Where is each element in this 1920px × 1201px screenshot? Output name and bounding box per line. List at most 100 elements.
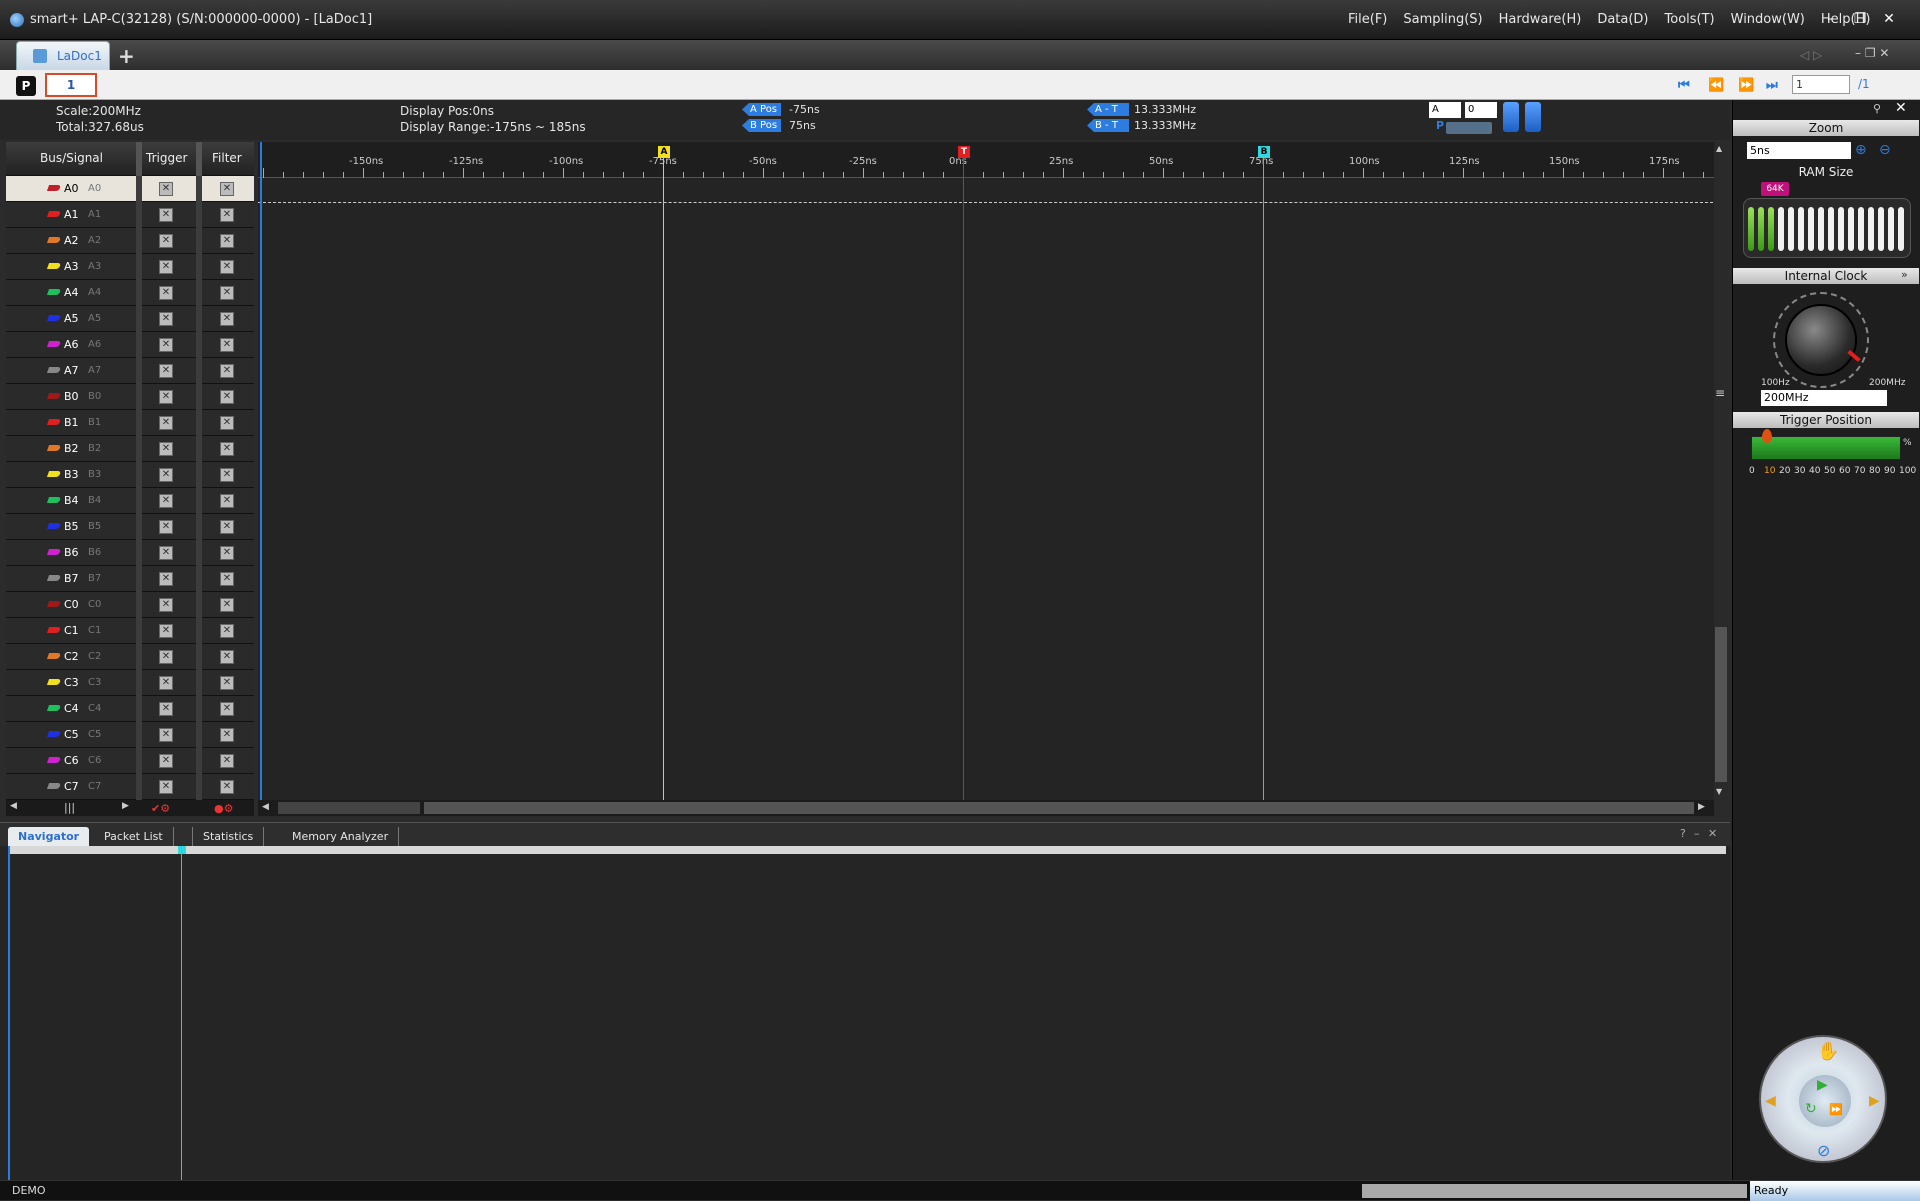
trigger-checkbox[interactable]: ✕ <box>159 208 173 222</box>
channel-row[interactable]: B3 B3 ✕ ✕ <box>6 462 254 488</box>
cursor-a-line[interactable] <box>663 158 664 802</box>
menu-sampling[interactable]: Sampling(S) <box>1395 12 1490 27</box>
channel-row[interactable]: B6 B6 ✕ ✕ <box>6 540 254 566</box>
filter-checkbox[interactable]: ✕ <box>220 754 234 768</box>
filter-checkbox[interactable]: ✕ <box>220 676 234 690</box>
channel-row[interactable]: A2 A2 ✕ ✕ <box>6 228 254 254</box>
trigger-checkbox[interactable]: ✕ <box>159 728 173 742</box>
trigger-position-slider[interactable] <box>1751 429 1901 460</box>
trigger-position-thumb[interactable] <box>1762 429 1772 443</box>
filter-checkbox[interactable]: ✕ <box>220 286 234 300</box>
channel-row[interactable]: C6 C6 ✕ ✕ <box>6 748 254 774</box>
add-tab-button[interactable]: + <box>118 44 135 68</box>
scroll-down-icon[interactable]: ▼ <box>1716 787 1722 796</box>
scroll-thumb[interactable] <box>1715 627 1727 782</box>
channel-row[interactable]: C5 C5 ✕ ✕ <box>6 722 254 748</box>
scroll-right-icon[interactable]: ▶ <box>122 801 129 811</box>
hscroll-thumb[interactable] <box>424 802 1694 814</box>
channel-row[interactable]: C3 C3 ✕ ✕ <box>6 670 254 696</box>
restore-button[interactable]: ❐ <box>1849 10 1871 28</box>
page-number-input[interactable]: 1 <box>1792 75 1850 94</box>
filter-settings-icon[interactable]: ●⚙ <box>214 802 240 815</box>
channel-row[interactable]: A6 A6 ✕ ✕ <box>6 332 254 358</box>
filter-checkbox[interactable]: ✕ <box>220 546 234 560</box>
filter-checkbox[interactable]: ✕ <box>220 598 234 612</box>
filter-checkbox[interactable]: ✕ <box>220 208 234 222</box>
scroll-handle-icon[interactable]: ≡ <box>1715 386 1725 400</box>
trigger-checkbox[interactable]: ✕ <box>159 572 173 586</box>
trigger-checkbox[interactable]: ✕ <box>159 468 173 482</box>
waveform-horizontal-scrollbar[interactable]: ◀ ▶ <box>258 800 1714 816</box>
channel-row[interactable]: B5 B5 ✕ ✕ <box>6 514 254 540</box>
channel-row[interactable]: A7 A7 ✕ ✕ <box>6 358 254 384</box>
tab-scroll-arrows[interactable]: ◁ ▷ <box>1800 48 1822 62</box>
menu-tools[interactable]: Tools(T) <box>1657 12 1723 27</box>
panel-minimize-icon[interactable]: – <box>1694 827 1700 840</box>
menu-file[interactable]: File(F) <box>1340 12 1395 27</box>
trigger-checkbox[interactable]: ✕ <box>159 624 173 638</box>
repeat-icon[interactable]: ↻ <box>1805 1101 1817 1117</box>
navigator-panel[interactable] <box>0 846 1730 1182</box>
channel-row[interactable]: A5 A5 ✕ ✕ <box>6 306 254 332</box>
navigator-left-cursor[interactable] <box>8 846 10 1182</box>
menu-window[interactable]: Window(W) <box>1723 12 1813 27</box>
trigger-checkbox[interactable]: ✕ <box>159 234 173 248</box>
channel-row[interactable]: B7 B7 ✕ ✕ <box>6 566 254 592</box>
stop-icon[interactable]: ⊘ <box>1817 1141 1830 1160</box>
trigger-checkbox[interactable]: ✕ <box>159 598 173 612</box>
filter-checkbox[interactable]: ✕ <box>220 728 234 742</box>
close-button[interactable]: ✕ <box>1878 10 1900 28</box>
trigger-marker[interactable]: T <box>958 146 970 158</box>
filter-checkbox[interactable]: ✕ <box>220 572 234 586</box>
trigger-checkbox[interactable]: ✕ <box>159 520 173 534</box>
filter-checkbox[interactable]: ✕ <box>220 364 234 378</box>
marker-0-select[interactable]: 0 <box>1465 102 1497 118</box>
trigger-checkbox[interactable]: ✕ <box>159 754 173 768</box>
channel-row[interactable]: A1 A1 ✕ ✕ <box>6 202 254 228</box>
hand-icon[interactable]: ✋ <box>1817 1041 1839 1062</box>
cursor-b-marker[interactable]: B <box>1258 146 1270 158</box>
right-arrow-icon[interactable]: ▶ <box>1869 1093 1880 1109</box>
channel-row[interactable]: A0 A0 ✕ ✕ <box>6 176 254 202</box>
navigator-b-marker[interactable] <box>178 846 186 854</box>
trigger-checkbox[interactable]: ✕ <box>159 676 173 690</box>
next-page-icon[interactable]: ⏩ <box>1738 78 1754 93</box>
trigger-header[interactable]: Trigger <box>146 151 187 165</box>
scroll-left-icon[interactable]: ◀ <box>10 801 17 811</box>
channel-row[interactable]: A3 A3 ✕ ✕ <box>6 254 254 280</box>
clock-knob[interactable] <box>1785 304 1857 376</box>
menu-data[interactable]: Data(D) <box>1589 12 1656 27</box>
trigger-checkbox[interactable]: ✕ <box>159 312 173 326</box>
clock-expand-icon[interactable]: » <box>1901 268 1908 281</box>
filter-checkbox[interactable]: ✕ <box>220 182 234 196</box>
marker-pin-icon[interactable] <box>1525 102 1541 132</box>
doc-window-controls[interactable]: – ❐ ✕ <box>1855 46 1889 60</box>
menu-hardware[interactable]: Hardware(H) <box>1491 12 1590 27</box>
filter-checkbox[interactable]: ✕ <box>220 338 234 352</box>
panel-close-icon[interactable]: ✕ <box>1895 100 1907 116</box>
filter-checkbox[interactable]: ✕ <box>220 260 234 274</box>
filter-checkbox[interactable]: ✕ <box>220 390 234 404</box>
trigger-checkbox[interactable]: ✕ <box>159 442 173 456</box>
tab-ladoc1[interactable]: LaDoc1 <box>16 41 110 70</box>
filter-checkbox[interactable]: ✕ <box>220 780 234 794</box>
cursor-b-line[interactable] <box>1263 158 1264 802</box>
left-edge-cursor[interactable] <box>260 142 262 802</box>
channel-row[interactable]: A4 A4 ✕ ✕ <box>6 280 254 306</box>
last-page-icon[interactable]: ⏭ <box>1766 78 1778 93</box>
filter-checkbox[interactable]: ✕ <box>220 468 234 482</box>
channel-row[interactable]: B0 B0 ✕ ✕ <box>6 384 254 410</box>
navigator-b-line[interactable] <box>181 846 182 1182</box>
trigger-checkbox[interactable]: ✕ <box>159 650 173 664</box>
trigger-settings-icon[interactable]: ✔⚙ <box>151 802 177 815</box>
help-icon[interactable]: ? <box>1680 827 1686 840</box>
channel-row[interactable]: C4 C4 ✕ ✕ <box>6 696 254 722</box>
fast-forward-icon[interactable]: ⏩ <box>1829 1103 1843 1116</box>
tab-statistics[interactable]: Statistics <box>192 827 265 847</box>
channel-row[interactable]: B4 B4 ✕ ✕ <box>6 488 254 514</box>
trigger-checkbox[interactable]: ✕ <box>159 390 173 404</box>
filter-checkbox[interactable]: ✕ <box>220 624 234 638</box>
filter-checkbox[interactable]: ✕ <box>220 494 234 508</box>
hscroll-left-icon[interactable]: ◀ <box>262 802 269 812</box>
scroll-thumb-icon[interactable]: ||| <box>64 801 75 814</box>
